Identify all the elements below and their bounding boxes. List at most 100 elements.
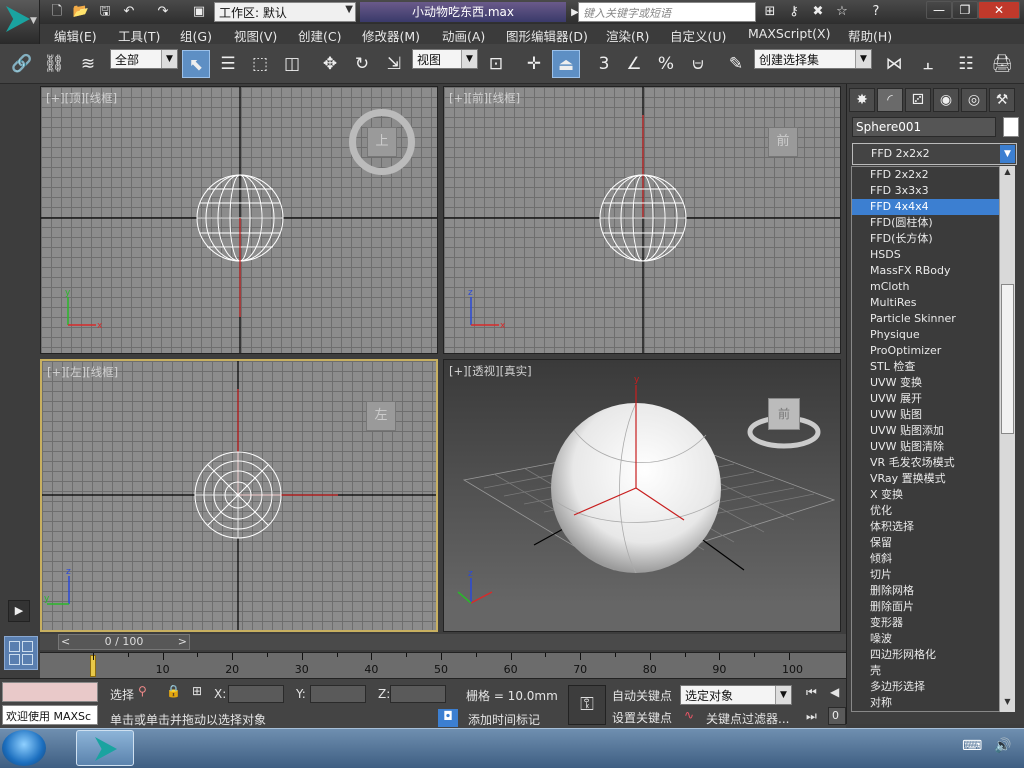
maxscript-listener-top[interactable] xyxy=(2,682,98,702)
viewport-layout-icon[interactable] xyxy=(4,636,38,670)
add-time-tag[interactable]: 添加时间标记 xyxy=(468,711,540,728)
subscription-icon[interactable]: ⚷ xyxy=(784,3,804,21)
time-slider[interactable]: < 0 / 100 > xyxy=(58,634,190,650)
track-bar[interactable]: 10 20 30 40 50 60 70 80 90 100 xyxy=(40,652,846,678)
volume-icon[interactable]: 🔊 xyxy=(994,738,1011,754)
selection-filter-dropdown[interactable]: 全部 ▼ xyxy=(110,49,178,69)
modifier-list-item[interactable]: 体积选择 xyxy=(852,519,1014,535)
select-by-name-icon[interactable]: ☰ xyxy=(214,50,242,78)
set-key-button[interactable]: 设置关键点 xyxy=(612,709,672,726)
percent-snap-icon[interactable]: % xyxy=(652,50,680,78)
keyboard-shortcut-override-icon[interactable]: ⏏ xyxy=(552,50,580,78)
snaps-toggle-icon[interactable]: 3 xyxy=(590,50,618,78)
select-object-icon[interactable]: ⬉ xyxy=(182,50,210,78)
menu-customize[interactable]: 自定义(U) xyxy=(670,26,726,45)
modifier-list-item[interactable]: 保留 xyxy=(852,535,1014,551)
isolate-icon[interactable]: ⚲ xyxy=(138,684,147,698)
modifier-list-item[interactable]: HSDS xyxy=(852,247,1014,263)
modifier-list-item[interactable]: VRay 置换模式 xyxy=(852,471,1014,487)
modifier-list-item[interactable]: 切片 xyxy=(852,567,1014,583)
scroll-thumb[interactable] xyxy=(1001,284,1014,434)
viewport-label[interactable]: [+][左][线框] xyxy=(47,364,118,380)
modifier-list-item[interactable]: ProOptimizer xyxy=(852,343,1014,359)
edit-named-selection-icon[interactable]: ✎ xyxy=(722,50,750,78)
modifier-list-item[interactable]: MassFX RBody xyxy=(852,263,1014,279)
minimize-button[interactable]: — xyxy=(926,1,952,19)
modifier-list-item[interactable]: 倾斜 xyxy=(852,551,1014,567)
tab-display[interactable]: ◎ xyxy=(961,88,987,112)
pivot-center-icon[interactable]: ⊡ xyxy=(482,50,510,78)
key-filters-button[interactable]: 关键点过滤器... xyxy=(706,710,789,727)
select-move-icon[interactable]: ✥ xyxy=(316,50,344,78)
redo-icon[interactable]: ↷ xyxy=(154,3,172,21)
modifier-list-item[interactable]: 变形器 xyxy=(852,615,1014,631)
x-coordinate-input[interactable] xyxy=(228,685,284,703)
tab-modify[interactable]: ◜ xyxy=(877,88,903,112)
modifier-list-item[interactable]: 多边形选择 xyxy=(852,679,1014,695)
menu-animation[interactable]: 动画(A) xyxy=(442,26,485,45)
spinner-snap-icon[interactable]: ⩁ xyxy=(684,50,712,78)
viewport-front[interactable]: [+][前][线框] z x 前 xyxy=(443,86,841,354)
viewport-left[interactable]: [+][左][线框] z y 左 xyxy=(40,359,438,632)
prev-frame-icon[interactable]: ◀ xyxy=(830,685,839,699)
modifier-list-item[interactable]: 噪波 xyxy=(852,631,1014,647)
align-icon[interactable]: ⫠ xyxy=(914,50,942,78)
modifier-list-item[interactable]: MultiRes xyxy=(852,295,1014,311)
modifier-list-item[interactable]: FFD(长方体) xyxy=(852,231,1014,247)
tab-create[interactable]: ✸ xyxy=(849,88,875,112)
expand-panel-button[interactable]: ▶ xyxy=(8,600,30,622)
taskbar-3dsmax-button[interactable] xyxy=(76,730,134,766)
modifier-list-item[interactable]: Particle Skinner xyxy=(852,311,1014,327)
open-file-icon[interactable]: 📂 xyxy=(72,3,90,21)
maximize-button[interactable]: ❐ xyxy=(952,1,978,19)
modifier-list-item[interactable]: UVW 展开 xyxy=(852,391,1014,407)
modifier-list-item[interactable]: UVW 贴图添加 xyxy=(852,423,1014,439)
modifier-list-item[interactable]: FFD 4x4x4 xyxy=(852,199,1014,215)
keyboard-icon[interactable]: ⌨ xyxy=(962,738,982,754)
mirror-icon[interactable]: ⋈ xyxy=(880,50,908,78)
viewport-label[interactable]: [+][顶][线框] xyxy=(46,90,117,106)
rectangle-selection-icon[interactable]: ⬚ xyxy=(246,50,274,78)
viewcube[interactable]: 左 xyxy=(366,401,396,431)
communication-icon[interactable]: ✖ xyxy=(808,3,828,21)
absolute-mode-icon[interactable]: ⊞ xyxy=(192,684,202,698)
modifier-list-item[interactable]: 壳 xyxy=(852,663,1014,679)
modifier-list-item[interactable]: UVW 贴图 xyxy=(852,407,1014,423)
object-name-field[interactable]: Sphere001 xyxy=(852,117,996,137)
modifier-list-item[interactable]: STL 检查 xyxy=(852,359,1014,375)
z-coordinate-input[interactable] xyxy=(390,685,446,703)
menu-group[interactable]: 组(G) xyxy=(180,26,212,45)
menu-views[interactable]: 视图(V) xyxy=(234,26,277,45)
tab-motion[interactable]: ◉ xyxy=(933,88,959,112)
modifier-list-item[interactable]: FFD 3x3x3 xyxy=(852,183,1014,199)
tab-hierarchy[interactable]: ⚂ xyxy=(905,88,931,112)
curve-icon[interactable]: ∿ xyxy=(684,708,694,722)
viewcube[interactable]: 上 xyxy=(367,127,397,157)
modifier-list-item[interactable]: 优化 xyxy=(852,503,1014,519)
modifier-list-item[interactable]: UVW 贴图清除 xyxy=(852,439,1014,455)
undo-icon[interactable]: ↶ xyxy=(120,3,138,21)
modifier-list-item[interactable]: 删除网格 xyxy=(852,583,1014,599)
key-mode-dropdown[interactable]: 选定对象 ▼ xyxy=(680,685,792,705)
sphere-wireframe[interactable] xyxy=(194,451,282,539)
select-scale-icon[interactable]: ⇲ xyxy=(380,50,408,78)
menu-graph-editors[interactable]: 图形编辑器(D) xyxy=(506,26,588,45)
scroll-down-icon[interactable]: ▼ xyxy=(1000,697,1015,711)
viewport-perspective[interactable]: [+][透视][真实] y z 前 xyxy=(443,359,841,632)
select-rotate-icon[interactable]: ↻ xyxy=(348,50,376,78)
time-tag-icon[interactable]: ◘ xyxy=(438,709,458,727)
current-frame-input[interactable]: 0 xyxy=(828,707,846,725)
viewport-label[interactable]: [+][透视][真实] xyxy=(449,363,532,379)
tab-utilities[interactable]: ⚒ xyxy=(989,88,1015,112)
link-icon[interactable]: 🔗 xyxy=(8,50,36,78)
go-to-start-icon[interactable]: ⏮ xyxy=(806,685,817,700)
modifier-dropdown-list[interactable]: FFD 2x2x2 FFD 3x3x3 FFD 4x4x4 FFD(圆柱体) FFD(长… xyxy=(851,166,1015,712)
workspace-dropdown[interactable]: 工作区: 默认 ▼ xyxy=(214,2,356,22)
help-icon[interactable]: ? xyxy=(866,3,886,21)
modifier-list-item[interactable]: VR 毛发农场模式 xyxy=(852,455,1014,471)
key-mode-toggle-icon[interactable]: ⏭ xyxy=(806,709,817,724)
app-menu-button[interactable]: ▼ xyxy=(0,0,40,44)
time-slider-next[interactable]: > xyxy=(178,635,187,649)
y-coordinate-input[interactable] xyxy=(310,685,366,703)
modifier-list-item[interactable]: 对称 xyxy=(852,695,1014,711)
